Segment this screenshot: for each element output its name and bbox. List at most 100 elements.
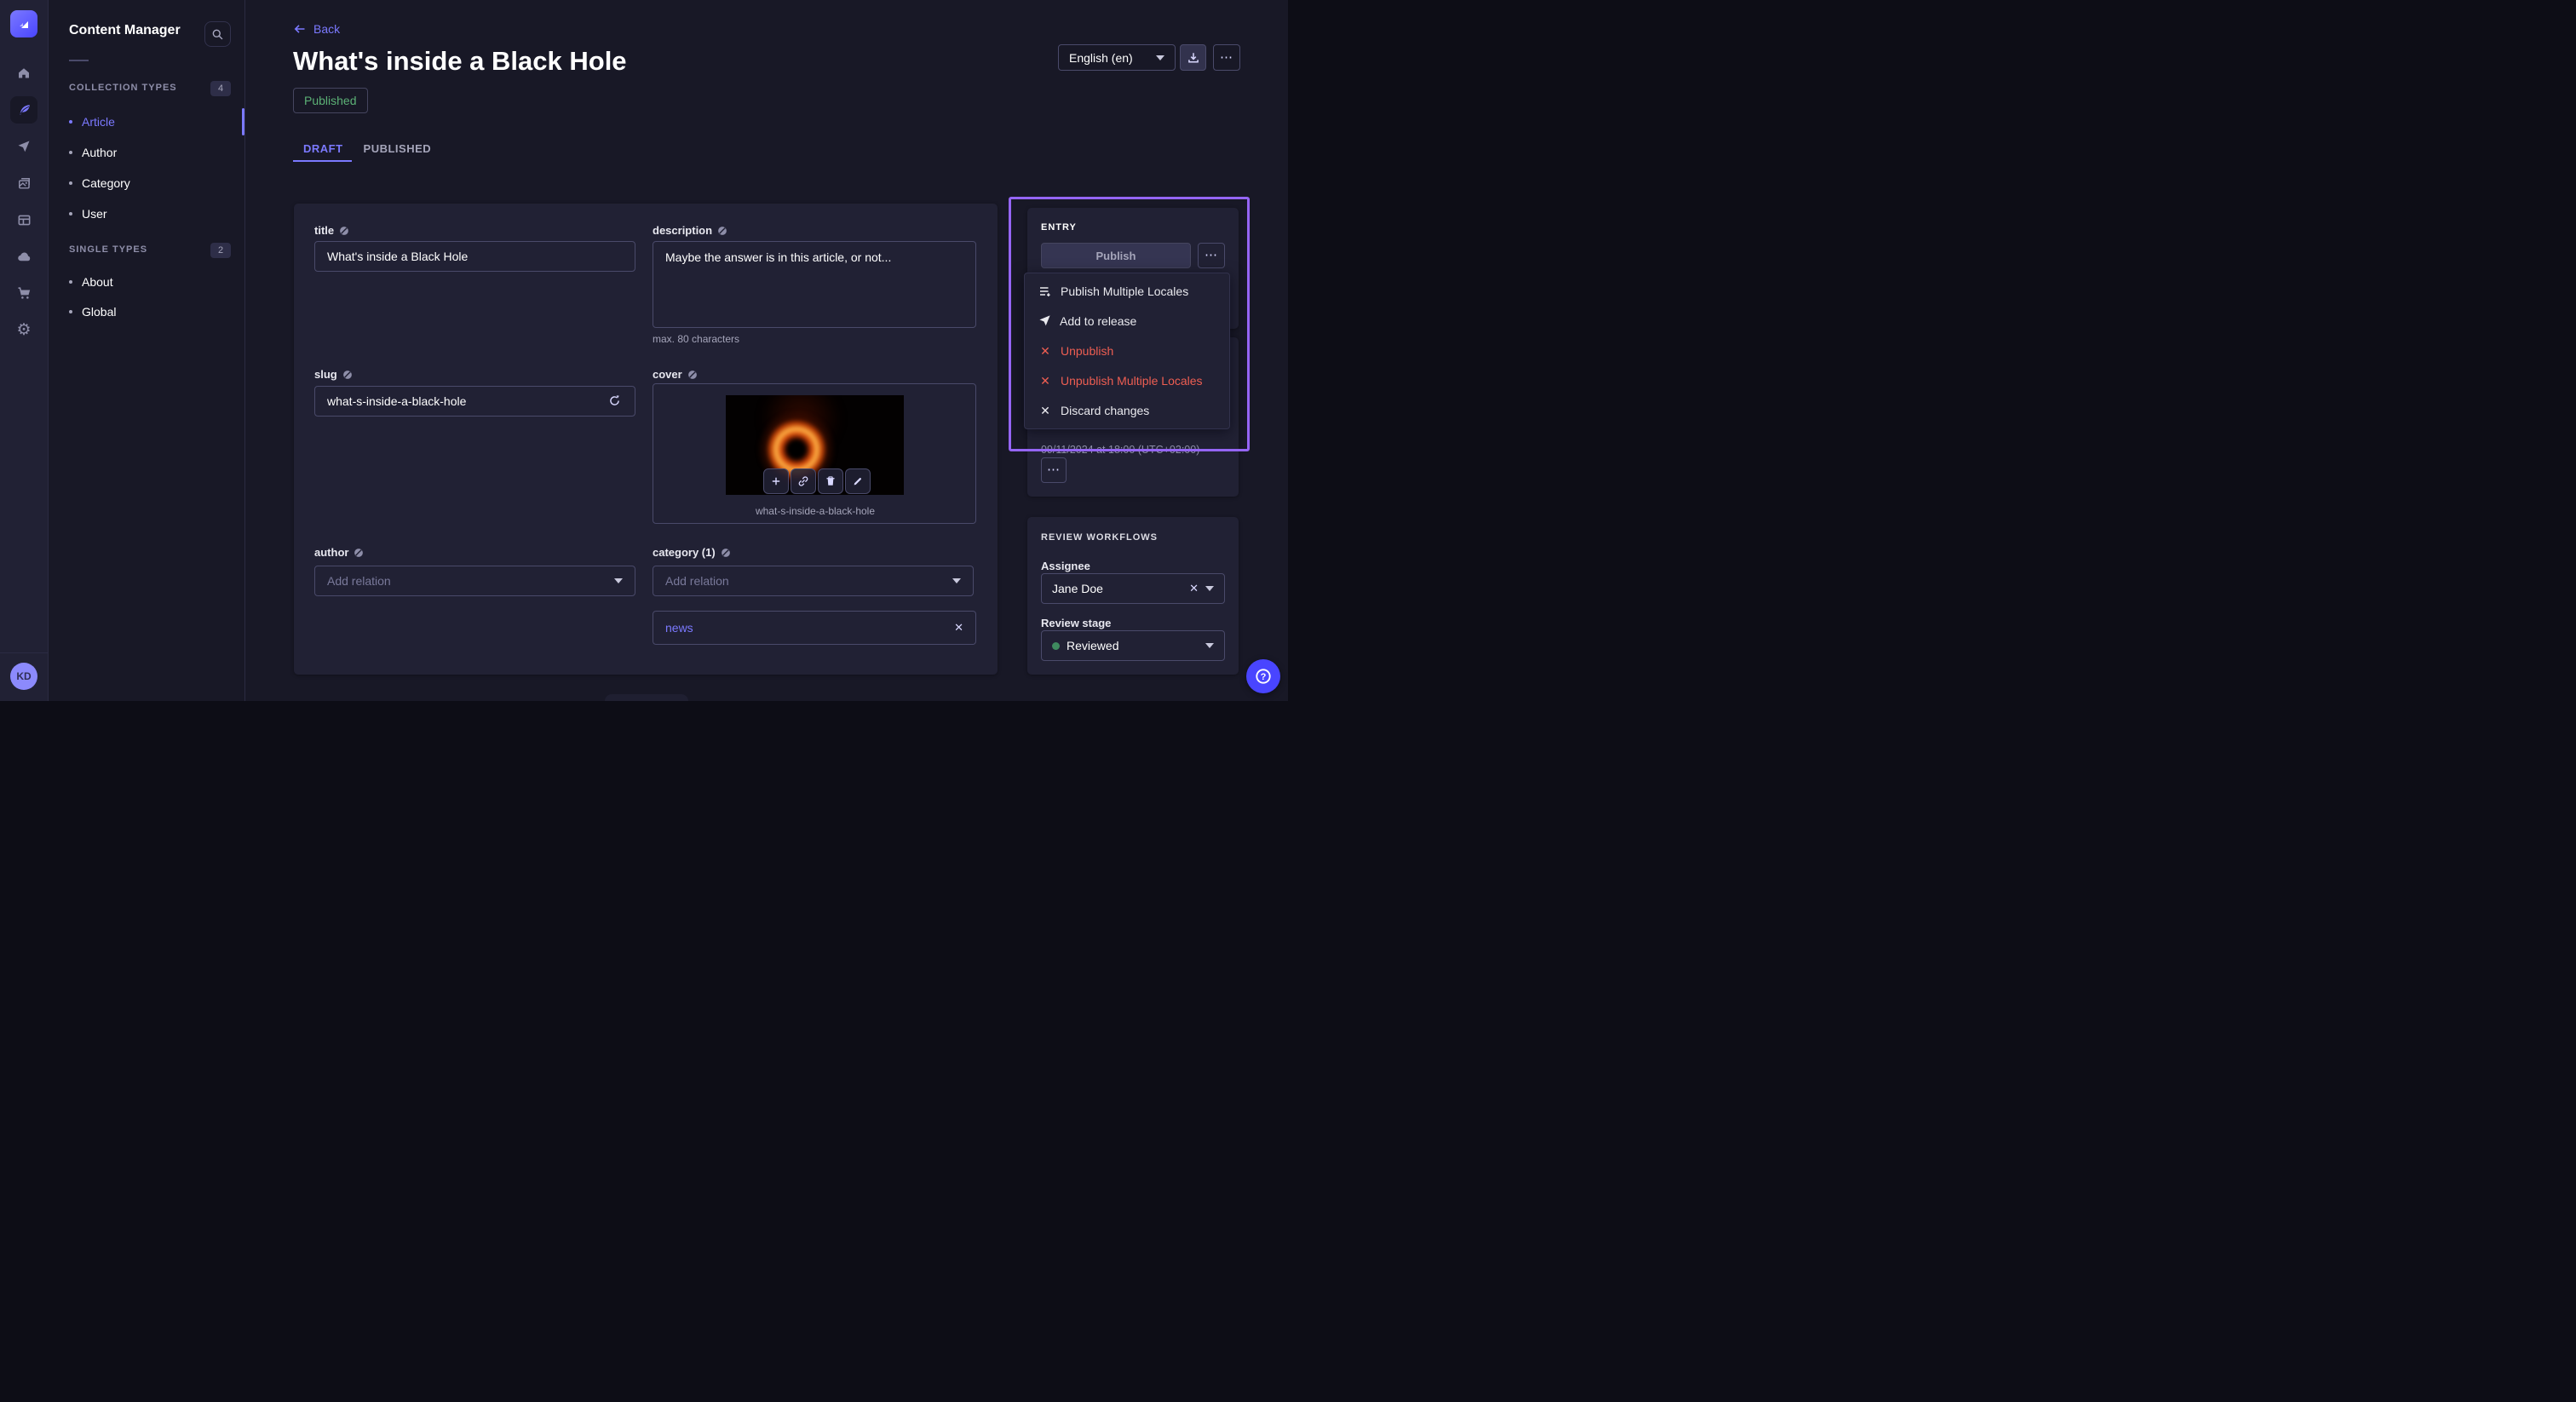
cross-icon: ✕: [1038, 344, 1052, 359]
cover-actions: [763, 468, 871, 494]
clear-assignee-icon[interactable]: ✕: [1189, 582, 1199, 595]
paper-plane-icon: [17, 140, 31, 153]
gear-icon: ⚙: [16, 322, 31, 338]
publish-button[interactable]: Publish: [1041, 243, 1191, 268]
bullet-icon: [69, 181, 72, 185]
description-textarea[interactable]: Maybe the answer is in this article, or …: [653, 241, 976, 328]
trash-icon: [825, 475, 837, 487]
plus-icon: [770, 475, 782, 487]
settings-nav-button[interactable]: ⚙: [10, 316, 37, 343]
tab-draft[interactable]: DRAFT: [293, 136, 354, 160]
version-tabs: DRAFT PUBLISHED: [293, 136, 441, 160]
media-library-nav-button[interactable]: [10, 170, 37, 197]
arrow-left-icon: [293, 22, 307, 36]
menu-item-add-to-release[interactable]: Add to release: [1025, 306, 1229, 336]
globe-icon: [339, 226, 349, 236]
menu-item-unpublish[interactable]: ✕ Unpublish: [1025, 336, 1229, 365]
scheduled-more-button[interactable]: ⋯: [1041, 457, 1067, 483]
search-button[interactable]: [204, 21, 231, 47]
single-types-count-badge: 2: [210, 243, 231, 258]
search-icon: [211, 28, 224, 41]
author-relation-combobox[interactable]: Add relation: [314, 566, 635, 596]
add-asset-button[interactable]: [763, 468, 789, 494]
chevron-down-icon: [1205, 643, 1214, 648]
category-relation-combobox[interactable]: Add relation: [653, 566, 974, 596]
cover-caption: what-s-inside-a-black-hole: [653, 505, 977, 517]
entry-more-button[interactable]: ⋯: [1198, 243, 1225, 268]
question-mark-icon: ?: [1254, 667, 1273, 686]
home-nav-button[interactable]: [10, 60, 37, 87]
divider: [69, 60, 89, 61]
slug-input[interactable]: [314, 386, 635, 417]
export-button[interactable]: [1180, 44, 1206, 71]
strapi-logo[interactable]: [10, 10, 37, 37]
list-plus-icon: [1038, 284, 1052, 298]
globe-icon: [687, 370, 698, 380]
strapi-logo-icon: [15, 15, 32, 32]
bullet-icon: [69, 120, 72, 124]
slug-field-label: slug: [314, 368, 353, 381]
menu-item-publish-multiple-locales[interactable]: Publish Multiple Locales: [1025, 276, 1229, 306]
paper-plane-icon: [1038, 314, 1051, 327]
category-field-label: category (1): [653, 546, 731, 559]
subnav-scrollbar-thumb[interactable]: [242, 108, 244, 135]
stage-status-dot: [1052, 642, 1060, 650]
cross-icon: ✕: [1038, 404, 1052, 418]
category-relation-item: news ✕: [653, 611, 976, 645]
chevron-down-icon: [614, 578, 623, 583]
globe-icon: [717, 226, 727, 236]
globe-icon: [342, 370, 353, 380]
next-section-partial: [605, 694, 688, 701]
sidebar-item-about[interactable]: About: [69, 273, 113, 290]
review-stage-label: Review stage: [1041, 617, 1111, 629]
cloud-nav-button[interactable]: [10, 243, 37, 270]
help-button[interactable]: ?: [1246, 659, 1280, 693]
content-type-builder-nav-button[interactable]: [10, 206, 37, 233]
regenerate-slug-button[interactable]: [608, 394, 621, 411]
releases-nav-button[interactable]: [10, 133, 37, 160]
marketplace-nav-button[interactable]: [10, 279, 37, 307]
delete-asset-button[interactable]: [818, 468, 843, 494]
collection-types-count-badge: 4: [210, 81, 231, 96]
chevron-down-icon: [1156, 55, 1164, 60]
edit-asset-button[interactable]: [845, 468, 871, 494]
cart-icon: [17, 286, 32, 301]
sidebar-item-category[interactable]: Category: [69, 175, 130, 192]
header-more-button[interactable]: ⋯: [1213, 44, 1240, 71]
bullet-icon: [69, 310, 72, 313]
svg-text:?: ?: [1261, 672, 1267, 682]
locale-select[interactable]: English (en): [1058, 44, 1176, 71]
strapi-app: ⚙ KD Content Manager COLLECTION TYPES 4 …: [0, 0, 1288, 701]
title-field-label: title: [314, 224, 349, 237]
menu-item-discard-changes[interactable]: ✕ Discard changes: [1025, 396, 1229, 426]
sidebar-item-article[interactable]: Article: [69, 113, 115, 130]
copy-link-button[interactable]: [791, 468, 816, 494]
sidebar-item-user[interactable]: User: [69, 205, 107, 222]
layout-icon: [17, 213, 32, 227]
images-icon: [17, 176, 32, 191]
review-stage-combobox[interactable]: Reviewed: [1041, 630, 1225, 661]
user-avatar[interactable]: KD: [10, 663, 37, 690]
description-hint: max. 80 characters: [653, 333, 739, 345]
menu-item-unpublish-multiple-locales[interactable]: ✕ Unpublish Multiple Locales: [1025, 366, 1229, 396]
download-icon: [1187, 51, 1200, 65]
entry-panel-header: ENTRY: [1041, 222, 1077, 233]
main-nav-rail: ⚙ KD: [0, 0, 49, 701]
tab-published[interactable]: PUBLISHED: [354, 136, 442, 160]
sidebar-item-global[interactable]: Global: [69, 303, 116, 320]
review-workflows-panel: REVIEW WORKFLOWS Assignee Jane Doe ✕ Rev…: [1027, 517, 1239, 675]
assignee-label: Assignee: [1041, 560, 1090, 572]
sidebar-item-author[interactable]: Author: [69, 144, 117, 161]
cover-field-label: cover: [653, 368, 698, 381]
subnav-title: Content Manager: [69, 23, 181, 38]
title-input[interactable]: [314, 241, 635, 272]
author-field-label: author: [314, 546, 364, 559]
relation-link-news[interactable]: news: [665, 621, 954, 635]
assignee-combobox[interactable]: Jane Doe ✕: [1041, 573, 1225, 604]
content-manager-nav-button[interactable]: [10, 96, 37, 124]
section-collection-types: COLLECTION TYPES: [69, 83, 177, 93]
remove-relation-icon[interactable]: ✕: [954, 621, 963, 635]
bullet-icon: [69, 151, 72, 154]
back-link[interactable]: Back: [293, 22, 340, 36]
refresh-icon: [608, 394, 621, 407]
